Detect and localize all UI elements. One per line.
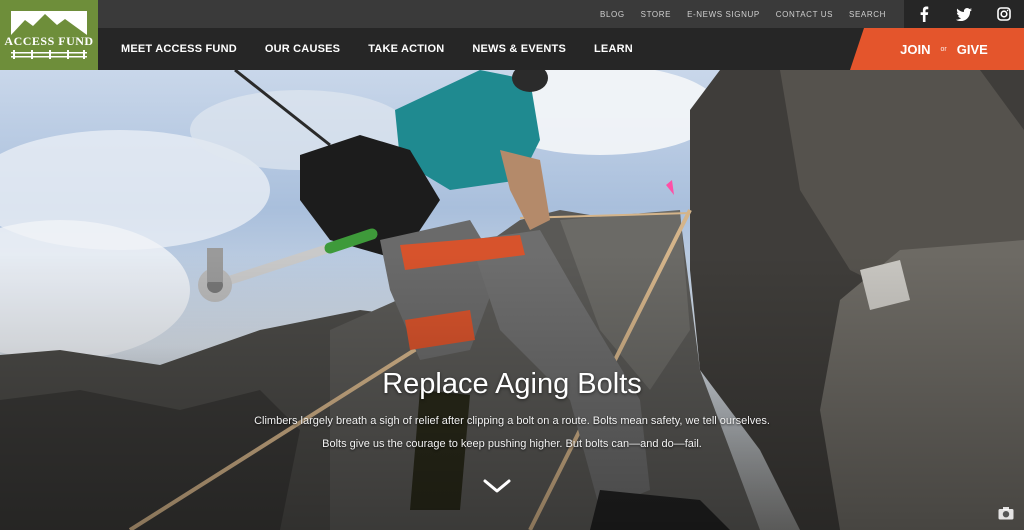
join-give-bar: JOIN or GIVE [850, 28, 1024, 70]
mountain-icon [11, 11, 87, 35]
nav-meet-access-fund[interactable]: MEET ACCESS FUND [98, 43, 251, 55]
join-button[interactable]: JOIN [900, 42, 930, 57]
social-links [904, 0, 1024, 28]
utility-link-contact[interactable]: CONTACT US [768, 10, 841, 19]
hero-overlay [0, 70, 1024, 530]
nav-news-events[interactable]: NEWS & EVENTS [458, 43, 580, 55]
fence-icon [11, 50, 87, 59]
hero-description: Climbers largely breath a sigh of relief… [254, 415, 770, 450]
site-header: ACCESS FUND BLOG STORE E-NEWS SIGNUP CON… [0, 0, 1024, 70]
utility-link-blog[interactable]: BLOG [592, 10, 633, 19]
cta-slant [850, 28, 864, 70]
utility-link-store[interactable]: STORE [633, 10, 679, 19]
nav-our-causes[interactable]: OUR CAUSES [251, 43, 354, 55]
facebook-icon[interactable] [912, 2, 936, 26]
give-button[interactable]: GIVE [957, 42, 988, 57]
twitter-icon[interactable] [952, 2, 976, 26]
camera-icon[interactable] [998, 506, 1014, 520]
utility-link-enews[interactable]: E-NEWS SIGNUP [679, 10, 768, 19]
access-fund-logo[interactable]: ACCESS FUND [0, 0, 98, 70]
instagram-icon[interactable] [992, 2, 1016, 26]
nav-take-action[interactable]: TAKE ACTION [354, 43, 458, 55]
logo-text: ACCESS FUND [4, 34, 94, 48]
hero-title: Replace Aging Bolts [382, 368, 642, 400]
main-nav: MEET ACCESS FUND OUR CAUSES TAKE ACTION … [98, 28, 647, 70]
utility-nav: BLOG STORE E-NEWS SIGNUP CONTACT US SEAR… [592, 0, 894, 28]
utility-link-search[interactable]: SEARCH [841, 10, 894, 19]
chevron-down-icon[interactable] [482, 476, 512, 496]
nav-learn[interactable]: LEARN [580, 43, 647, 55]
utility-bar: BLOG STORE E-NEWS SIGNUP CONTACT US SEAR… [98, 0, 904, 28]
or-label: or [940, 45, 947, 53]
hero-banner: Replace Aging Bolts Climbers largely bre… [0, 70, 1024, 530]
